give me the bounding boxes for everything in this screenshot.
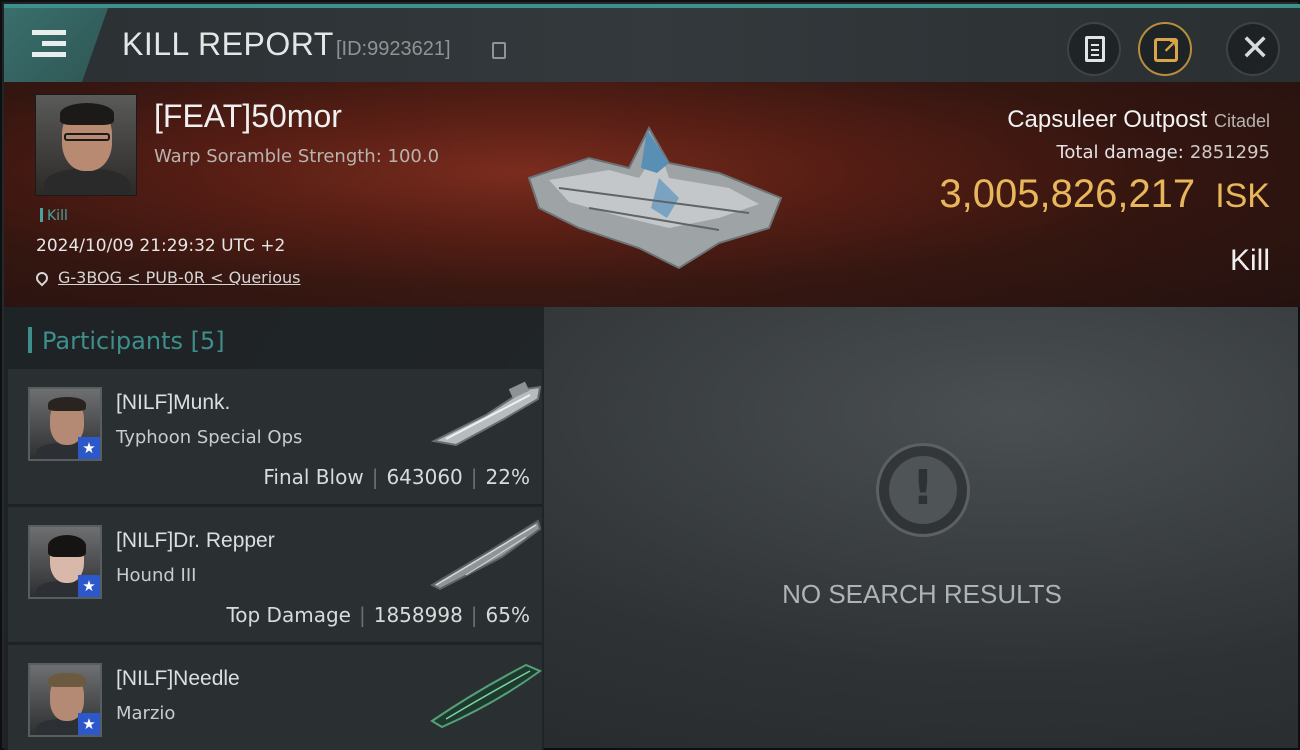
participant-name: [NILF]Dr. Repper [116,529,275,552]
isk-loss: 3,005,826,217 ISK [939,172,1270,216]
close-icon: ✕ [1240,28,1271,69]
report-id: [ID:9923621] [336,38,451,60]
participants-panel[interactable]: Participants [5] ★ [NILF]Munk. Typhoon S… [4,307,544,750]
victim-banner: [FEAT]50mor Warp Soramble Strength: 100.… [4,82,1300,307]
participant-row[interactable]: ★ [NILF]Dr. Repper Hound III Top Damage |… [8,507,542,643]
participant-ship-image [429,519,542,591]
results-panel: ! NO SEARCH RESULTS [544,307,1300,750]
participant-avatar[interactable]: ★ [28,525,102,599]
location-link[interactable]: G-3BOG < PUB-0R < Querious [58,268,300,287]
kill-tag: Kill [40,208,68,224]
report-button[interactable] [1067,22,1121,76]
victim-name[interactable]: [FEAT]50mor [154,98,342,135]
participant-ship: Marzio [116,703,176,724]
menu-icon [32,30,66,35]
corp-badge-icon: ★ [78,575,100,597]
participant-row[interactable]: ★ [NILF]Munk. Typhoon Special Ops Final … [8,369,542,505]
copy-icon[interactable] [492,42,506,59]
kill-timestamp: 2024/10/09 21:29:32 UTC +2 [36,236,286,256]
corp-badge-icon: ★ [78,437,100,459]
kill-report-screen: KILL REPORT [ID:9923621] ↗ ✕ [FEAT]50mor… [0,0,1300,750]
location-pin-icon [33,269,51,287]
clipboard-icon [1085,36,1105,62]
victim-avatar[interactable] [35,94,137,196]
participant-name: [NILF]Munk. [116,391,231,414]
total-damage: Total damage: 2851295 [1056,142,1270,163]
location: G-3BOG < PUB-0R < Querious [33,268,300,287]
top-bar: KILL REPORT [ID:9923621] ↗ ✕ [4,4,1300,82]
menu-button[interactable] [4,8,108,82]
empty-state-text: NO SEARCH RESULTS [782,579,1062,609]
alert-icon: ! [876,443,970,537]
victim-subline: Warp Soramble Strength: 100.0 [154,146,440,167]
participant-stats: Final Blow | 643060 | 22% [263,465,530,489]
target-name: Capsuleer Outpost Citadel [1007,106,1270,133]
participant-ship-image [430,663,543,729]
participant-ship: Hound III [116,565,197,586]
participant-name: [NILF]Needle [116,667,240,690]
corp-badge-icon: ★ [78,713,100,735]
participant-ship-image [430,381,542,447]
result-label: Kill [1229,244,1270,277]
participant-avatar[interactable]: ★ [28,663,102,737]
participants-header: Participants [5] [28,327,225,355]
participant-stats: Top Damage | 1858998 | 65% [226,603,530,627]
victim-structure-image [527,125,783,270]
participant-ship: Typhoon Special Ops [116,427,303,448]
share-button[interactable]: ↗ [1138,22,1192,76]
participant-row[interactable]: ★ [NILF]Needle Marzio [8,645,543,750]
close-button[interactable]: ✕ [1226,22,1280,76]
participant-avatar[interactable]: ★ [28,387,102,461]
page-title: KILL REPORT [122,26,334,62]
target-type: Citadel [1213,111,1270,131]
